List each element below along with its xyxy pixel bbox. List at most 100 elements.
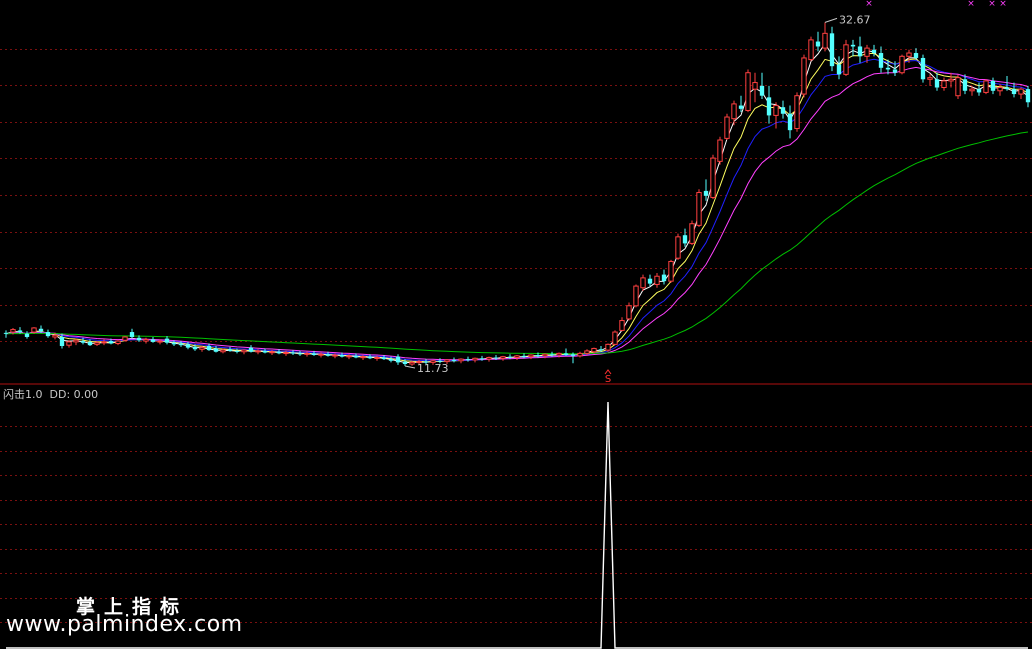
candle-body: [367, 356, 373, 359]
candle: [122, 336, 128, 342]
candle-body: [619, 320, 625, 331]
candle-body: [472, 357, 478, 361]
candle-body: [3, 332, 9, 334]
candle: [668, 259, 674, 283]
candle-body: [227, 349, 233, 351]
candle: [612, 330, 618, 346]
candle-body: [654, 275, 660, 285]
candle-body: [164, 338, 170, 343]
candle-body: [647, 278, 653, 284]
candle-body: [710, 157, 716, 198]
candle-body: [297, 353, 303, 355]
candle-body: [402, 361, 408, 365]
candle-body: [934, 79, 940, 88]
watermark-url: www.palmindex.com: [6, 612, 243, 637]
candle-body: [584, 350, 590, 354]
candle-body: [213, 348, 219, 352]
candle-body: [752, 82, 758, 90]
candle-body: [374, 356, 380, 359]
candle-body: [318, 353, 324, 356]
candle-body: [598, 349, 604, 351]
candle-body: [150, 339, 156, 342]
candle: [829, 26, 835, 72]
candle-body: [395, 356, 401, 363]
candle-body: [521, 355, 527, 357]
candle-body: [73, 339, 79, 343]
candle: [899, 54, 905, 75]
candle-body: [906, 52, 912, 57]
candle-body: [381, 357, 387, 360]
cross-marker: ×: [988, 0, 996, 9]
candle-body: [31, 327, 37, 333]
candle-body: [1018, 88, 1024, 95]
candle-body: [759, 85, 765, 96]
candle-body: [157, 340, 163, 343]
cross-marker: ×: [999, 0, 1007, 9]
candle-body: [1025, 89, 1031, 103]
candle-body: [633, 285, 639, 307]
candle: [983, 79, 989, 95]
cross-marker: ×: [967, 0, 975, 9]
candle: [745, 69, 751, 113]
candle-body: [997, 86, 1003, 92]
candle-body: [899, 55, 905, 74]
candle-body: [990, 80, 996, 91]
signal-letter: S: [605, 374, 611, 385]
candle: [794, 92, 800, 132]
candle-body: [864, 47, 870, 57]
candle-body: [773, 105, 779, 116]
candle-body: [409, 361, 415, 365]
indicator-legend: 闪击1.0 DD: 0.00: [3, 386, 98, 402]
candle-body: [843, 44, 849, 75]
candle-body: [122, 336, 128, 341]
candle-body: [661, 274, 667, 282]
candle-body: [528, 354, 534, 358]
candle-body: [325, 354, 331, 356]
candle-body: [94, 342, 100, 345]
candle-body: [24, 333, 30, 337]
candle-body: [591, 347, 597, 353]
candle-body: [465, 359, 471, 361]
candle-body: [101, 341, 107, 344]
candle-body: [605, 343, 611, 351]
chart-canvas: × × × × 32.67 11.73 S: [0, 0, 1032, 649]
candle-body: [612, 331, 618, 345]
candle-body: [479, 358, 485, 360]
high-price-label: 32.67: [839, 13, 871, 26]
candle: [633, 284, 639, 308]
candle-body: [962, 79, 968, 91]
candle-body: [1011, 89, 1017, 95]
candle: [696, 189, 702, 228]
candle-body: [311, 353, 317, 356]
candle-body: [766, 97, 772, 116]
candle-body: [269, 351, 275, 354]
candle-body: [913, 53, 919, 58]
candle-body: [857, 46, 863, 57]
candle: [605, 343, 611, 352]
candle-body: [206, 345, 212, 351]
candle-body: [346, 355, 352, 358]
candle: [689, 220, 695, 246]
candle-body: [682, 235, 688, 244]
candle: [955, 74, 961, 99]
candle-body: [570, 354, 576, 356]
candle-body: [290, 352, 296, 354]
candle-body: [185, 344, 191, 348]
candle-body: [871, 49, 877, 54]
candle-body: [178, 343, 184, 346]
candle-body: [703, 190, 709, 196]
candle-body: [66, 341, 72, 346]
candle-body: [941, 80, 947, 88]
candle-body: [850, 44, 856, 47]
candle-body: [542, 353, 548, 357]
candle-body: [136, 337, 142, 341]
candle-body: [241, 349, 247, 353]
candle-body: [458, 358, 464, 362]
candle-body: [955, 77, 961, 97]
candle-body: [248, 347, 254, 352]
candle-body: [556, 352, 562, 356]
candle-body: [171, 342, 177, 345]
candle-body: [45, 332, 51, 337]
candle-body: [563, 353, 569, 356]
candle-body: [493, 357, 499, 359]
